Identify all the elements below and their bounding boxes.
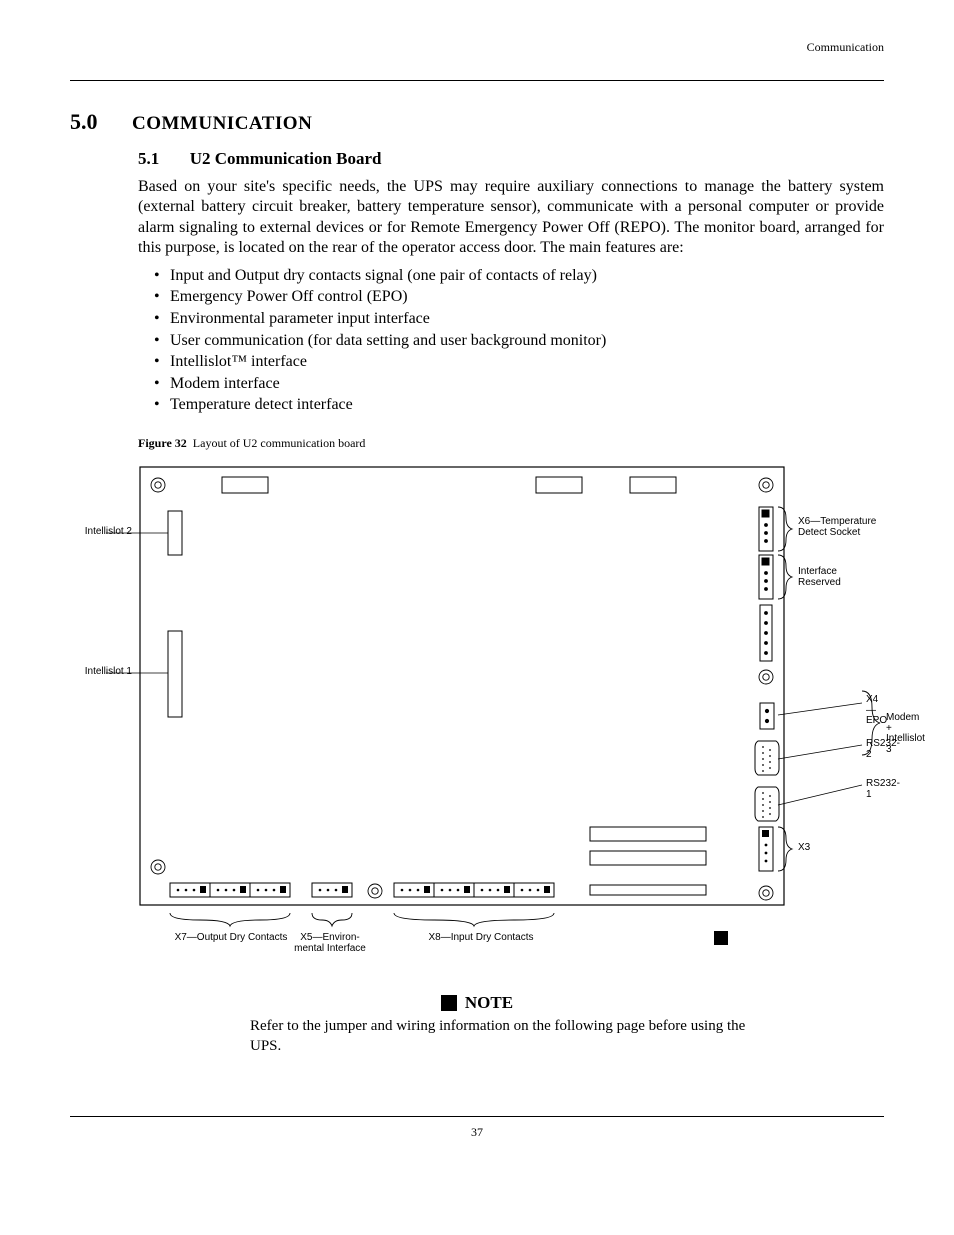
list-item: Temperature detect interface <box>154 394 884 416</box>
label-input-dry: X8—Input Dry Contacts <box>406 933 556 944</box>
label-output-dry: X7—Output Dry Contacts <box>166 933 296 944</box>
board-diagram: X6—Temperature Detect Socket Interface R… <box>106 455 884 975</box>
feature-list: Input and Output dry contacts signal (on… <box>154 265 884 416</box>
list-item: Emergency Power Off control (EPO) <box>154 286 884 308</box>
list-item: Intellislot™ interface <box>154 351 884 373</box>
label-intellislot2: Intellislot 2 <box>76 527 132 538</box>
note-icon <box>441 995 457 1011</box>
label-epo: X4—EPO <box>866 695 887 727</box>
label-x5-env: X5—Environ- mental Interface <box>292 933 368 954</box>
list-item: User communication (for data setting and… <box>154 330 884 352</box>
footer: 37 <box>70 1116 884 1136</box>
label-intellislot1: Intellislot 1 <box>76 667 132 678</box>
figure-caption: Figure 32 Layout of U2 communication boa… <box>138 436 884 451</box>
label-interface-reserved: Interface Reserved <box>798 567 841 588</box>
header-rule <box>70 80 884 81</box>
sub-heading: 5.1 U2 Communication Board <box>138 149 884 169</box>
note-body: Refer to the jumper and wiring informati… <box>250 1017 764 1056</box>
list-item: Input and Output dry contacts signal (on… <box>154 265 884 287</box>
label-rs232-1: RS232-1 <box>866 779 900 800</box>
label-temp-detect: X6—Temperature Detect Socket <box>798 517 876 538</box>
list-item: Modem interface <box>154 373 884 395</box>
section-heading: 5.0 COMMUNICATION <box>70 109 884 135</box>
page-number: 37 <box>471 1125 483 1139</box>
note-heading: NOTE <box>70 993 884 1013</box>
label-modem: Modem + Intellislot 3 <box>886 713 925 755</box>
intro-paragraph: Based on your site's specific needs, the… <box>138 177 884 259</box>
header-right: Communication <box>70 40 884 56</box>
label-x3: X3 <box>798 843 810 854</box>
list-item: Environmental parameter input interface <box>154 308 884 330</box>
